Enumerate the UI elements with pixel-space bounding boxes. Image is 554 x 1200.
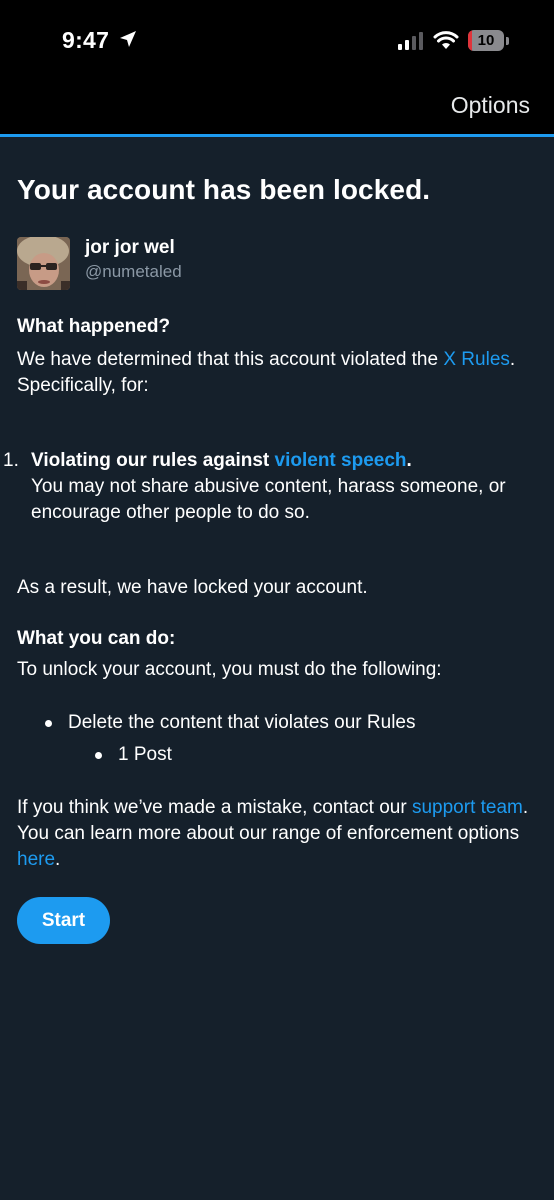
battery-nub [506,37,509,45]
bullet-icon [95,751,102,759]
status-time: 9:47 [62,27,110,53]
step-sub-label: 1 Post [118,744,172,765]
what-happened-text-start: We have determined that this account vio… [17,349,444,370]
status-bar: 9:47 10 [0,0,554,80]
top-bar: Options [0,80,554,134]
bullet-icon [45,719,52,727]
avatar [17,237,70,290]
violent-speech-link[interactable]: violent speech [275,450,407,471]
result-text: As a result, we have locked your account… [17,577,368,598]
violation-title-end: . [406,450,412,471]
what-you-can-do-text: To unlock your account, you must do the … [17,659,442,680]
step-item: Delete the content that violates our Rul… [45,710,415,736]
violation-number: 1. [3,450,19,471]
location-arrow-icon [120,31,136,47]
header-divider [0,134,554,137]
violation-description: You may not share abusive content, haras… [31,476,506,523]
violation-title-text: Violating our rules against [31,450,275,471]
support-note: If you think we’ve made a mistake, conta… [17,795,542,873]
support-note-text-3: . [55,849,61,870]
battery-level-text: 10 [477,32,495,49]
violation-title: Violating our rules against violent spee… [31,448,531,474]
cellular-signal-icon [398,32,423,50]
options-button[interactable]: Options [451,92,530,119]
what-happened-text: We have determined that this account vio… [17,347,542,399]
x-rules-link[interactable]: X Rules [443,349,510,370]
what-happened-heading: What happened? [17,316,171,337]
start-button[interactable]: Start [17,897,110,944]
battery-icon: 10 [468,30,504,51]
step-sub-item: 1 Post [95,742,172,768]
avatar-image [17,237,70,290]
user-name: jor jor wel [85,237,175,258]
step-label: Delete the content that violates our Rul… [68,712,416,733]
user-handle: @numetaled [85,262,182,281]
support-note-text: If you think we’ve made a mistake, conta… [17,797,412,818]
violation-body: Violating our rules against violent spee… [31,448,531,526]
here-link[interactable]: here [17,849,55,870]
wifi-icon [433,31,459,49]
page-title: Your account has been locked. [17,174,431,205]
support-team-link[interactable]: support team [412,797,523,818]
what-you-can-do-heading: What you can do: [17,628,176,649]
